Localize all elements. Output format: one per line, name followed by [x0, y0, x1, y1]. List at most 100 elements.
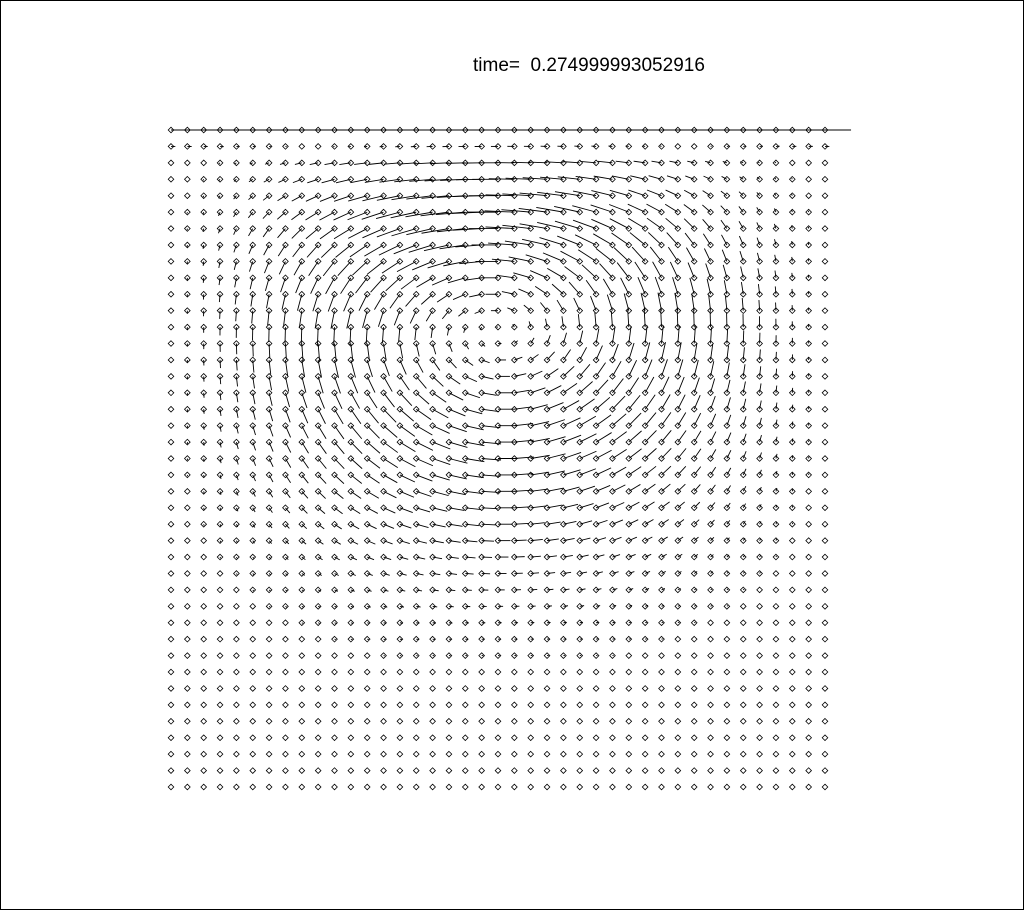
vector-marker: [723, 767, 731, 774]
vector-marker: [249, 668, 257, 676]
vector-marker: [347, 619, 355, 627]
diamond-marker: [805, 537, 813, 544]
velocity-arrow: [285, 458, 292, 468]
vector-marker: [788, 354, 796, 364]
vector-marker: [348, 225, 371, 239]
vector-marker: [200, 701, 208, 709]
vector-marker: [543, 520, 561, 528]
vector-marker: [233, 471, 240, 481]
vector-marker: [279, 159, 289, 167]
diamond-marker: [461, 668, 469, 676]
vector-marker: [330, 307, 338, 329]
vector-marker: [249, 783, 257, 791]
diamond-marker: [429, 767, 436, 774]
diamond-marker: [347, 405, 355, 413]
vector-marker: [625, 602, 633, 610]
vector-marker: [363, 422, 380, 439]
vector-marker: [690, 395, 701, 413]
diamond-marker: [380, 734, 387, 742]
diamond-marker: [805, 520, 813, 528]
velocity-arrow: [268, 409, 274, 422]
vector-marker: [298, 652, 306, 659]
velocity-arrow: [448, 589, 456, 592]
vector-marker: [576, 717, 584, 725]
velocity-arrow: [310, 277, 319, 294]
vector-marker: [396, 750, 404, 758]
vector-marker: [821, 570, 829, 577]
vector-marker: [167, 504, 175, 512]
velocity-arrow: [448, 376, 461, 385]
vector-marker: [609, 570, 619, 577]
vector-marker: [560, 717, 567, 725]
vector-marker: [494, 340, 502, 347]
velocity-arrow: [661, 412, 672, 426]
vector-marker: [445, 520, 463, 528]
vector-marker: [408, 241, 436, 253]
vector-marker: [331, 767, 338, 774]
vector-marker: [738, 235, 747, 249]
vector-marker: [510, 455, 534, 462]
vector-marker: [592, 619, 600, 627]
diamond-marker: [429, 750, 436, 758]
velocity-arrow: [399, 441, 416, 452]
vector-marker: [560, 701, 567, 709]
diamond-marker: [429, 455, 436, 462]
vector-marker: [557, 143, 567, 150]
diamond-marker: [167, 586, 175, 594]
vector-marker: [200, 487, 208, 495]
velocity-arrow: [350, 507, 361, 515]
velocity-arrow: [285, 441, 292, 453]
vector-marker: [298, 373, 307, 393]
velocity-arrow: [301, 622, 304, 624]
diamond-marker: [347, 701, 355, 709]
diamond-marker: [788, 734, 796, 742]
diamond-marker: [805, 159, 813, 167]
vector-marker: [396, 389, 413, 407]
velocity-arrow: [546, 419, 566, 427]
vector-marker: [756, 783, 763, 791]
vector-marker: [200, 438, 208, 446]
vector-marker: [683, 218, 698, 232]
velocity-arrow: [546, 504, 563, 509]
vector-marker: [167, 734, 175, 742]
vector-marker: [380, 619, 387, 627]
vector-marker: [772, 402, 780, 413]
diamond-marker: [233, 619, 240, 627]
diamond-marker: [461, 323, 469, 331]
diamond-marker: [723, 652, 731, 659]
vector-marker: [167, 750, 175, 758]
vector-marker: [249, 635, 257, 643]
vector-marker: [756, 767, 763, 774]
diamond-marker: [412, 405, 420, 413]
vector-marker: [249, 570, 257, 577]
velocity-arrow: [514, 389, 530, 394]
vector-marker: [576, 635, 584, 643]
vector-marker: [704, 159, 714, 167]
vector-marker: [592, 396, 611, 413]
vector-marker: [412, 734, 420, 742]
vector-marker: [739, 701, 747, 709]
vector-marker: [641, 767, 649, 774]
vector-marker: [658, 701, 665, 709]
vector-marker: [788, 387, 796, 397]
vector-marker: [576, 783, 584, 791]
velocity-arrow: [693, 395, 701, 410]
diamond-marker: [314, 175, 322, 183]
diamond-marker: [739, 619, 747, 627]
diamond-marker: [756, 734, 763, 742]
velocity-arrow: [436, 293, 450, 303]
velocity-arrow: [791, 241, 793, 246]
vector-marker: [200, 619, 208, 627]
vector-marker: [216, 750, 224, 758]
diamond-marker: [282, 701, 289, 709]
vector-marker: [720, 219, 731, 232]
velocity-arrow: [219, 524, 222, 527]
vector-marker: [265, 685, 273, 692]
vector-marker: [625, 536, 638, 544]
vector-marker: [641, 717, 649, 725]
vector-marker: [494, 520, 513, 528]
vector-marker: [494, 652, 502, 659]
diamond-marker: [429, 356, 436, 364]
vector-marker: [543, 717, 551, 725]
vector-marker: [445, 570, 458, 577]
